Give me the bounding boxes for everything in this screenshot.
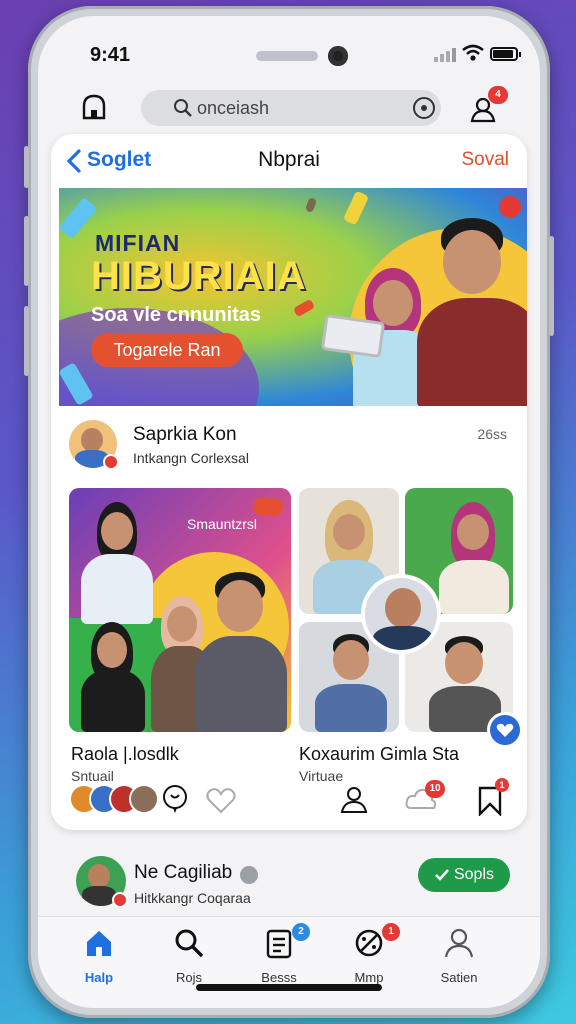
avatar-status-dot	[103, 454, 119, 470]
heart-badge-icon[interactable]	[487, 712, 523, 748]
battery-icon	[490, 47, 521, 61]
mute-switch	[24, 146, 29, 188]
post-header: Saprkia Kon Intkangn Corlexsal 26ss	[51, 416, 527, 476]
lock-home-icon[interactable]	[80, 92, 108, 120]
hero-banner[interactable]: MIFIAN HIBURIAIA Soa vle cnnunitas Togar…	[59, 188, 527, 406]
reactor-avatar[interactable]	[129, 784, 159, 814]
profile-icon[interactable]	[339, 784, 369, 814]
follow-button-label: Sopls	[453, 866, 495, 883]
tab-search[interactable]: Rojs	[144, 927, 234, 987]
tab-search-label: Rojs	[175, 970, 202, 985]
tab-map-label: Mmp	[354, 970, 384, 985]
card-right-title[interactable]: Koxaurim Gimla Sta	[299, 744, 459, 765]
tab-map[interactable]: 1 Mmp	[324, 923, 414, 987]
tab-list-label: Besss	[261, 970, 297, 985]
collage-chip	[253, 498, 283, 516]
nav-action-button[interactable]: Soval	[461, 149, 509, 171]
tab-list-badge: 2	[292, 923, 310, 941]
post-actions: 10 1	[51, 778, 527, 822]
phone-frame: 9:41 onceiash 4 Soglet Nbprai Soval MIFI…	[24, 6, 554, 1018]
confetti-decoration	[304, 197, 318, 213]
tab-home-label: Halp	[84, 970, 114, 985]
search-bar[interactable]: onceiash	[141, 90, 441, 126]
screen: 9:41 onceiash 4 Soglet Nbprai Soval MIFI…	[38, 16, 540, 1008]
power-button	[549, 236, 554, 336]
heart-icon[interactable]	[205, 786, 237, 814]
bookmark-badge: 1	[495, 778, 509, 792]
confetti-decoration	[59, 196, 98, 240]
banner-cta-button[interactable]: Togarele Ran	[91, 333, 243, 367]
notification-badge: 4	[488, 86, 508, 104]
post-time: 26ss	[477, 426, 507, 442]
collage-person	[189, 572, 289, 732]
banner-subtitle: Soa vle cnnunitas	[91, 304, 262, 326]
search-input[interactable]: onceiash	[197, 98, 269, 119]
search-icon	[175, 929, 204, 958]
comment-count-badge: 10	[425, 780, 445, 798]
confetti-decoration	[342, 190, 370, 226]
post-subtitle: Intkangn Corlexsal	[133, 450, 249, 466]
list-icon	[266, 929, 292, 959]
status-bar: 9:41	[38, 42, 540, 72]
search-icon	[174, 99, 192, 117]
banner-title-line2: HIBURIAIA	[91, 254, 307, 298]
volume-down-button	[24, 306, 29, 376]
home-indicator[interactable]	[196, 984, 382, 991]
tab-bar: Halp Rojs 2 Besss 1 Mmp Satien	[38, 916, 540, 1008]
check-icon	[435, 868, 449, 881]
slash-icon	[355, 929, 383, 957]
card-left-title[interactable]: Raola |.losdlk	[71, 744, 179, 765]
photo-collage-left[interactable]: Smauntzrsl	[69, 488, 291, 732]
confetti-decoration	[292, 298, 316, 318]
speaker-grille	[256, 51, 318, 61]
tab-map-badge: 1	[382, 923, 400, 941]
post2-subtitle: Hitkkangr Coqaraa	[134, 890, 251, 906]
post-author[interactable]: Saprkia Kon	[133, 424, 237, 446]
volume-up-button	[24, 216, 29, 286]
status-time: 9:41	[90, 44, 131, 66]
collage-person	[77, 502, 157, 624]
avatar-status-dot	[112, 892, 128, 908]
tablet-device	[320, 314, 386, 358]
profile-icon	[444, 928, 474, 958]
second-post-header: Ne Cagiliab Hitkkangr Coqaraa Sopls	[38, 846, 540, 916]
wifi-icon	[462, 44, 484, 61]
comment-icon[interactable]	[161, 784, 189, 814]
page-title: Nbprai	[258, 148, 320, 171]
collage-person	[77, 622, 147, 732]
top-bar: onceiash 4	[38, 80, 540, 136]
collage-chip-label: Smauntzrsl	[187, 516, 258, 532]
post2-author[interactable]: Ne Cagiliab	[134, 862, 232, 884]
banner-badge	[499, 196, 521, 218]
tab-list[interactable]: 2 Besss	[234, 923, 324, 987]
tab-profile[interactable]: Satien	[414, 927, 504, 987]
banner-title-line1: MIFIAN	[95, 230, 181, 256]
tab-profile-label: Satien	[440, 970, 478, 985]
feed-card: Soglet Nbprai Soval MIFIAN HIBURIAIA Soa…	[51, 134, 527, 830]
front-camera	[328, 46, 348, 66]
nav-bar: Soglet Nbprai Soval	[51, 134, 527, 188]
tab-home[interactable]: Halp	[54, 927, 144, 987]
home-icon	[87, 931, 111, 956]
featured-avatar[interactable]	[361, 574, 441, 654]
banner-person-man	[409, 218, 527, 406]
follow-button[interactable]: Sopls	[418, 858, 510, 892]
verified-icon	[240, 866, 258, 884]
signal-icon	[434, 48, 456, 62]
scan-icon[interactable]	[413, 97, 435, 119]
